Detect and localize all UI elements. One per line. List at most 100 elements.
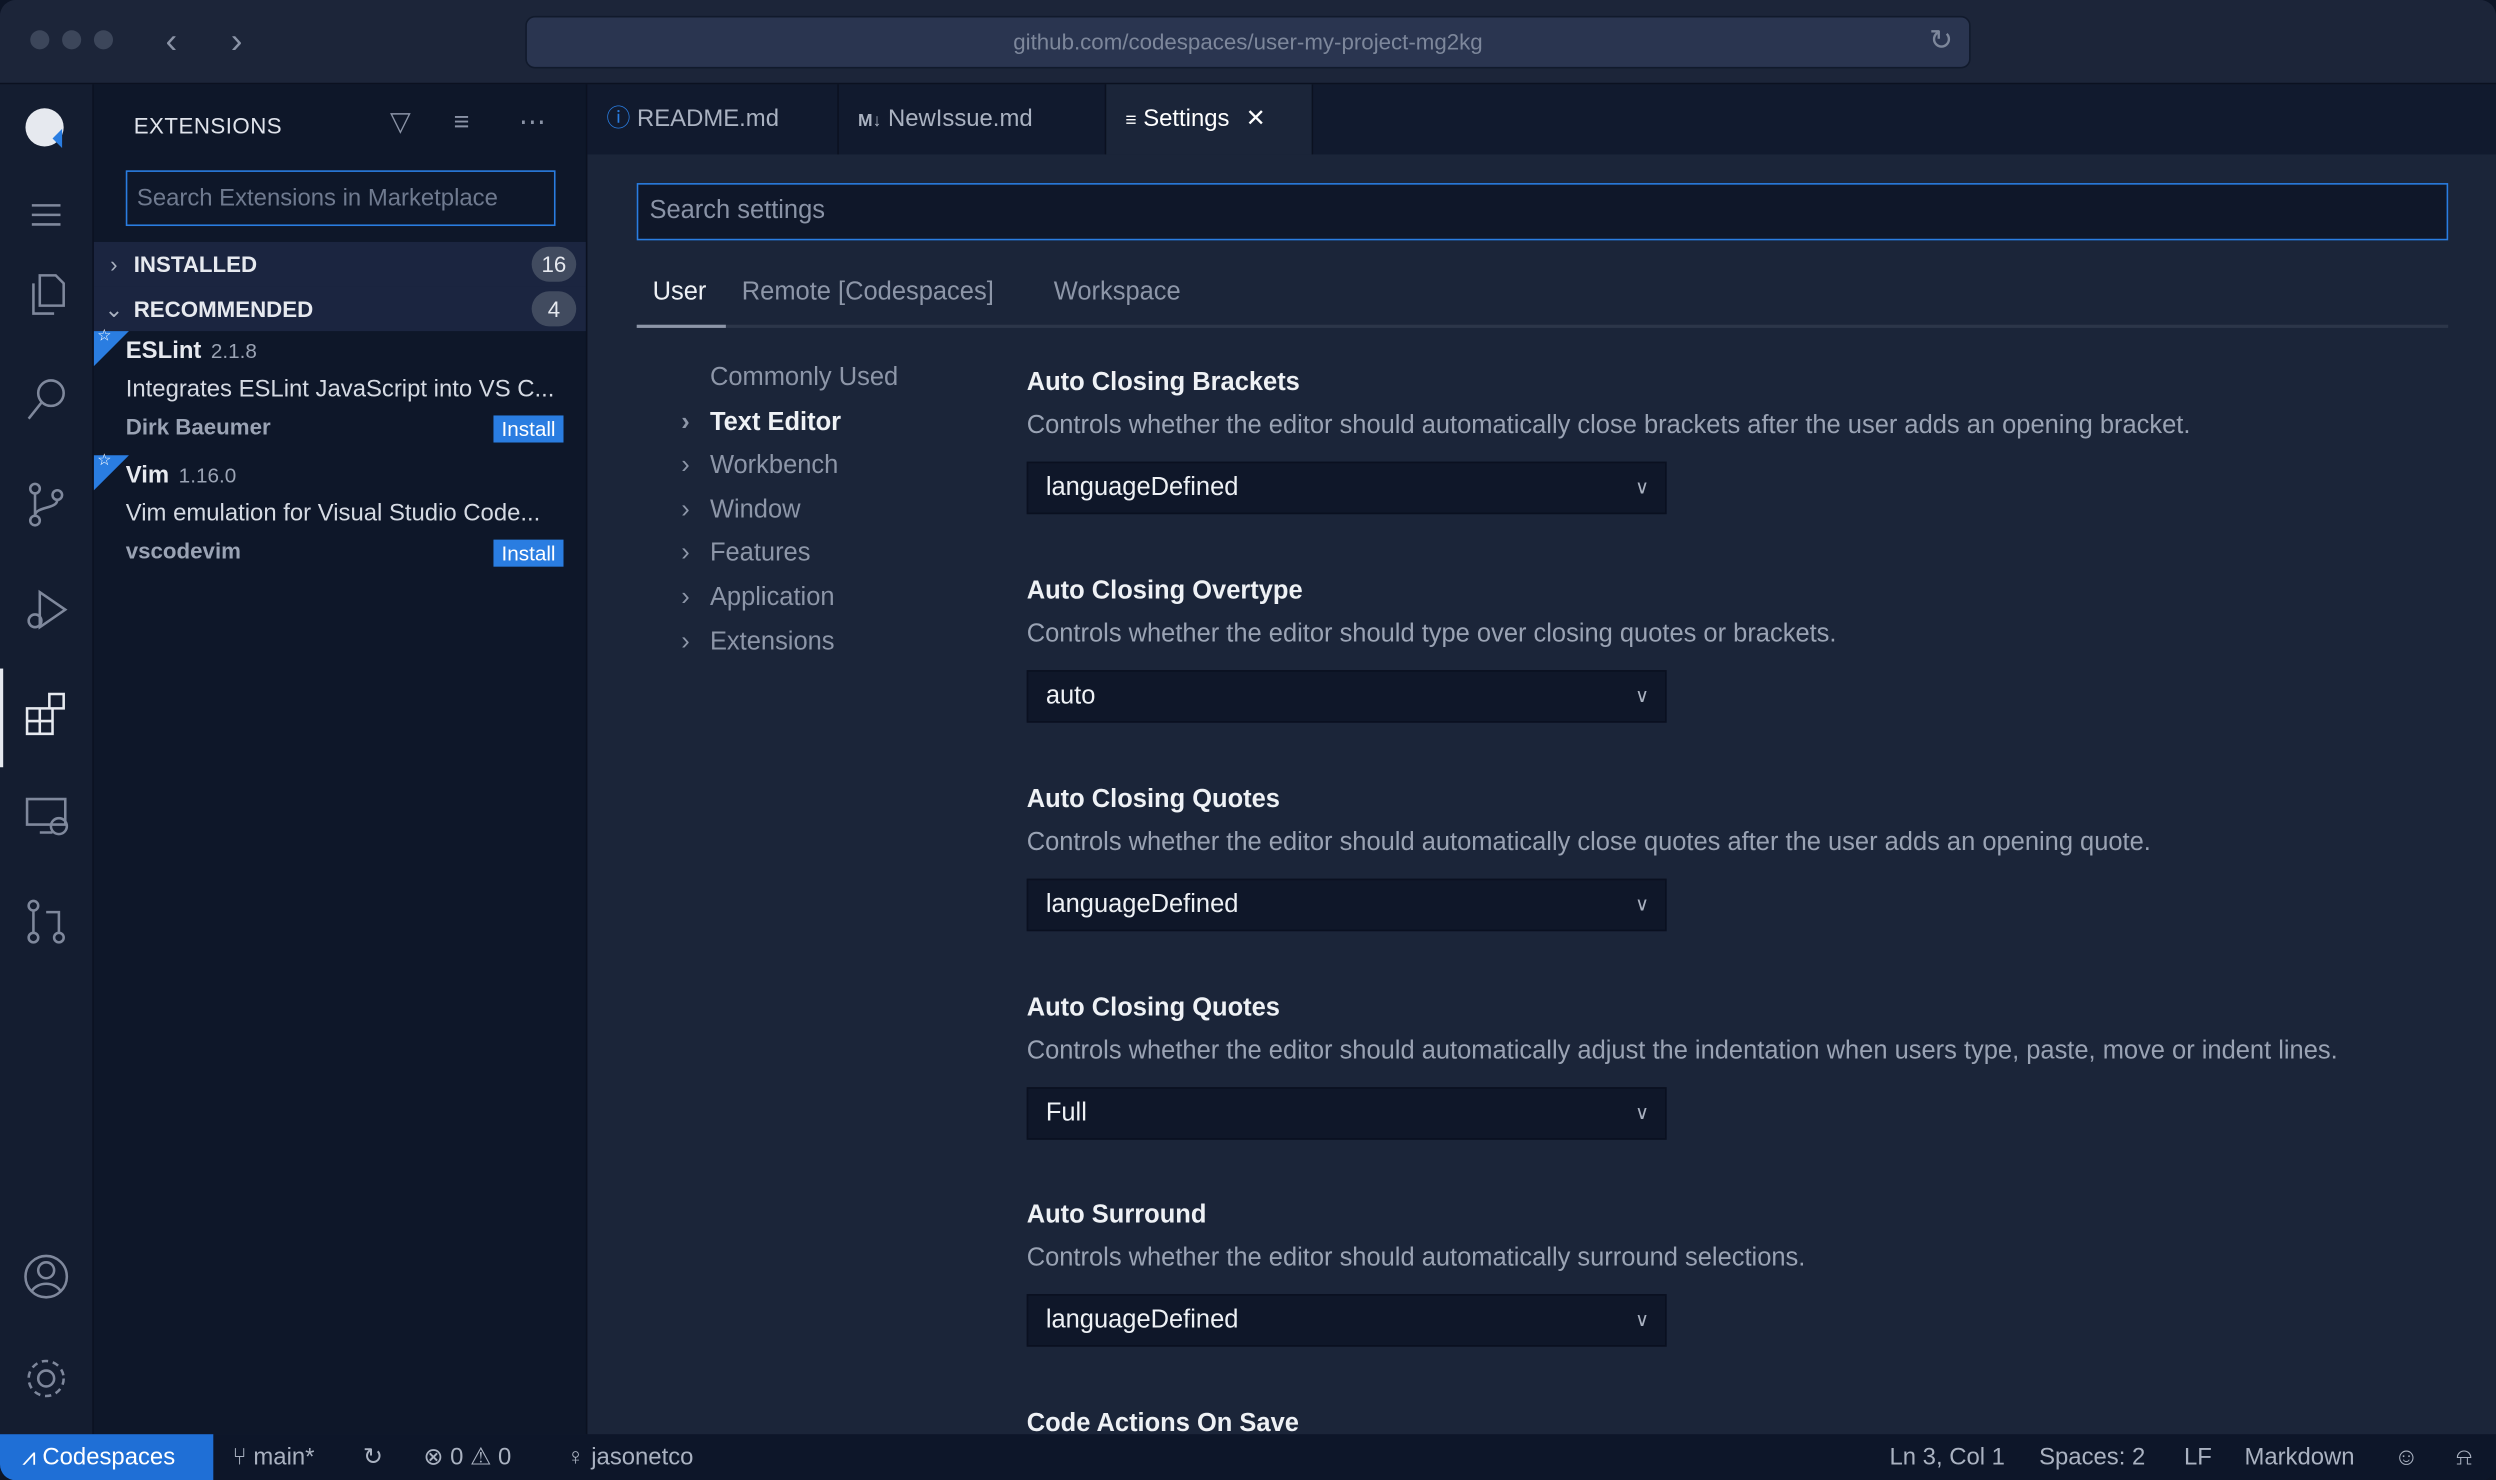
extensions-search-input[interactable]: Search Extensions in Marketplace — [125, 170, 556, 227]
setting-auto-indent: Auto Closing Quotes Controls whether the … — [1026, 994, 2338, 1140]
setting-dropdown[interactable]: languageDefined ∨ — [1026, 461, 1667, 515]
setting-dropdown[interactable]: languageDefined ∨ — [1026, 1294, 1667, 1347]
chevron-down-icon: ⌄ — [104, 296, 124, 322]
toc-commonly-used[interactable]: Commonly Used — [681, 365, 898, 394]
setting-description: Controls whether the editor should autom… — [1026, 1037, 2338, 1065]
indentation[interactable]: Spaces: 2 — [2039, 1434, 2145, 1480]
tab-readme[interactable]: ⓘ README.md — [587, 84, 839, 155]
install-button[interactable]: Install — [493, 539, 564, 567]
extension-author: vscodevim — [125, 538, 241, 564]
branch-indicator[interactable]: ⑂ main* — [232, 1434, 314, 1480]
tab-newissue[interactable]: M↓ NewIssue.md — [839, 84, 1107, 155]
remote-explorer-icon[interactable] — [21, 791, 72, 842]
feedback-icon[interactable]: ☺ — [2394, 1434, 2418, 1480]
account-icon[interactable] — [21, 1251, 72, 1302]
toc-label: Commonly Used — [709, 364, 899, 392]
chevron-down-icon: ∨ — [1635, 684, 1650, 707]
chevron-right-icon: › — [681, 539, 690, 567]
section-recommended[interactable]: ⌄ RECOMMENDED 4 — [93, 286, 586, 332]
extension-item-eslint[interactable]: ☆ ESLint 2.1.8 Integrates ESLint JavaScri… — [93, 328, 586, 452]
install-button[interactable]: Install — [493, 415, 564, 443]
cursor-position[interactable]: Ln 3, Col 1 — [1889, 1434, 2004, 1480]
toc-label: Workbench — [709, 452, 839, 480]
user-indicator[interactable]: ♀ jasonetco — [567, 1434, 694, 1480]
sync-icon[interactable]: ↻ — [363, 1434, 383, 1480]
window: ‹ › github.com/codespaces/user-my-projec… — [0, 0, 2496, 1480]
clear-list-icon[interactable]: ≡ — [454, 107, 470, 139]
toc-extensions[interactable]: › Extensions — [681, 629, 834, 658]
chevron-down-icon: ∨ — [1635, 1101, 1650, 1124]
toc-label: Features — [709, 539, 811, 567]
scope-tab-remote[interactable]: Remote [Codespaces] — [742, 279, 994, 308]
extensions-icon[interactable] — [21, 689, 72, 740]
error-count: 0 — [450, 1443, 464, 1471]
remote-indicator[interactable]: ⩘ Codespaces — [0, 1434, 214, 1480]
setting-auto-surround: Auto Surround Controls whether the editor… — [1026, 1201, 1805, 1347]
setting-title: Auto Closing Quotes — [1026, 994, 1280, 1022]
maximize-window-button[interactable] — [93, 30, 114, 50]
forward-icon[interactable]: › — [231, 21, 243, 62]
extension-version: 1.16.0 — [178, 463, 237, 488]
setting-title: Auto Closing Quotes — [1026, 786, 1280, 814]
run-debug-icon[interactable] — [21, 584, 72, 635]
extension-version: 2.1.8 — [210, 339, 257, 363]
close-tab-icon[interactable]: ✕ — [1246, 105, 1266, 132]
github-logo-icon[interactable] — [21, 103, 72, 154]
scope-tab-workspace[interactable]: Workspace — [1054, 279, 1181, 308]
editor-tabs: ⓘ README.md M↓ NewIssue.md ≡ Settings ✕ — [587, 84, 2496, 155]
toc-text-editor[interactable]: › Text Editor — [681, 409, 841, 438]
tab-label: NewIssue.md — [887, 105, 1033, 133]
toc-window[interactable]: › Window — [681, 497, 800, 526]
explorer-icon[interactable] — [21, 269, 72, 320]
end-of-line[interactable]: LF — [2184, 1434, 2212, 1480]
back-icon[interactable]: ‹ — [166, 21, 178, 62]
pull-request-icon[interactable] — [21, 896, 72, 947]
address-bar[interactable]: github.com/codespaces/user-my-project-mg… — [525, 15, 1971, 69]
gear-icon[interactable] — [21, 1353, 72, 1404]
extension-item-vim[interactable]: ☆ Vim 1.16.0 Vim emulation for Visual Stu… — [93, 452, 586, 576]
section-installed[interactable]: › INSTALLED 16 — [93, 241, 586, 287]
toc-features[interactable]: › Features — [681, 540, 810, 569]
scope-tabs-divider — [636, 324, 2449, 328]
filter-icon[interactable]: ▽ — [390, 107, 411, 139]
setting-dropdown[interactable]: languageDefined ∨ — [1026, 878, 1667, 932]
language-mode[interactable]: Markdown — [2244, 1434, 2354, 1480]
reload-icon[interactable]: ↻ — [1929, 24, 1953, 57]
chevron-right-icon: › — [681, 628, 690, 656]
setting-description: Controls whether the editor should type … — [1026, 620, 1837, 648]
setting-auto-closing-overtype: Auto Closing Overtype Controls whether th… — [1026, 578, 1837, 723]
user-name: jasonetco — [591, 1443, 694, 1471]
info-icon: ⓘ — [606, 105, 631, 133]
dropdown-value: languageDefined — [1045, 1306, 1239, 1334]
tab-label: Settings — [1143, 105, 1230, 133]
markdown-icon: M↓ — [857, 111, 882, 131]
setting-dropdown[interactable]: auto ∨ — [1026, 670, 1667, 723]
dropdown-value: languageDefined — [1045, 891, 1239, 919]
status-bar: ⩘ Codespaces ⑂ main* ↻ ⊗ 0 ⚠ 0 ♀ jasonet… — [0, 1434, 2496, 1480]
chevron-right-icon: › — [681, 584, 690, 612]
setting-title: Auto Closing Brackets — [1026, 369, 1300, 397]
setting-dropdown[interactable]: Full ∨ — [1026, 1087, 1667, 1140]
star-icon: ☆ — [97, 452, 112, 470]
tab-settings[interactable]: ≡ Settings ✕ — [1106, 84, 1314, 155]
url-text: github.com/codespaces/user-my-project-mg… — [1013, 28, 1483, 55]
extension-name: Vim — [125, 461, 170, 489]
scope-tab-user[interactable]: User — [653, 279, 707, 308]
menu-icon[interactable] — [21, 189, 72, 240]
extension-description: Integrates ESLint JavaScript into VS C..… — [125, 375, 555, 403]
toc-workbench[interactable]: › Workbench — [681, 452, 838, 481]
settings-search-input[interactable]: Search settings — [636, 183, 2449, 241]
more-actions-icon[interactable]: ⋯ — [519, 107, 546, 139]
minimize-window-button[interactable] — [62, 30, 82, 50]
user-icon: ♀ — [566, 1443, 585, 1471]
source-control-icon[interactable] — [21, 479, 72, 530]
notifications-icon[interactable]: ⍾ — [2456, 1434, 2472, 1480]
problems-indicator[interactable]: ⊗ 0 ⚠ 0 — [423, 1434, 511, 1480]
activity-bar — [0, 84, 94, 1435]
close-window-button[interactable] — [30, 30, 50, 50]
toc-application[interactable]: › Application — [681, 584, 834, 613]
setting-title: Auto Surround — [1026, 1201, 1207, 1229]
count-badge: 16 — [531, 246, 577, 282]
search-icon[interactable] — [21, 374, 72, 425]
chevron-right-icon: › — [110, 251, 118, 277]
